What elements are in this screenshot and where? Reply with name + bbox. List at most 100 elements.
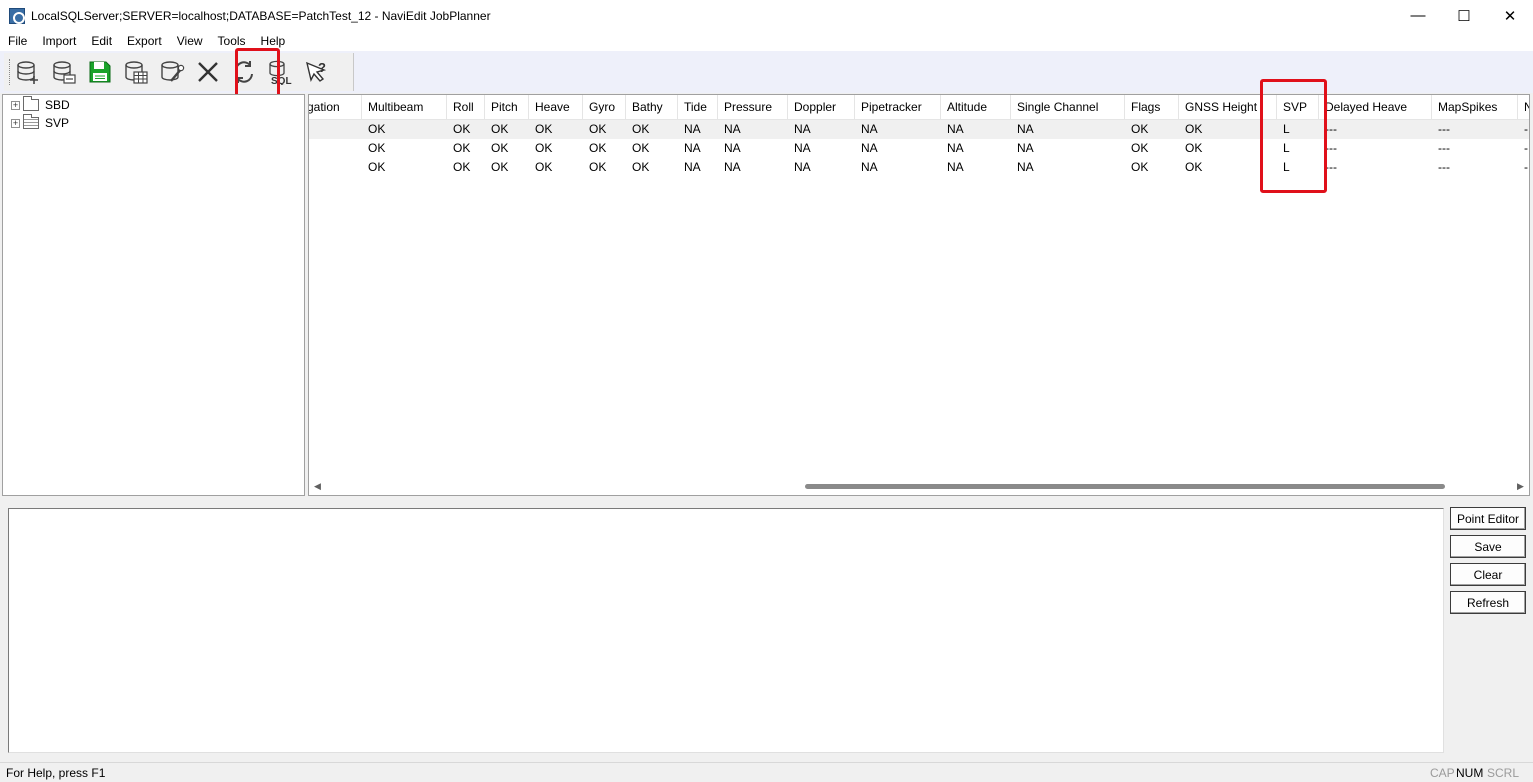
column-header[interactable]: MapSpikes: [1432, 95, 1518, 120]
delete-button[interactable]: [192, 56, 224, 88]
column-header[interactable]: Flags: [1125, 95, 1179, 120]
maximize-button[interactable]: ☐: [1441, 0, 1487, 31]
table-cell: NA: [947, 141, 964, 155]
column-header[interactable]: Pipetracker: [855, 95, 941, 120]
column-header[interactable]: Doppler: [788, 95, 855, 120]
table-cell: NA: [947, 122, 964, 136]
menu-import[interactable]: Import: [34, 31, 83, 51]
output-text-area[interactable]: [8, 508, 1444, 753]
table-cell: ---: [1438, 141, 1450, 155]
minimize-button[interactable]: —: [1395, 0, 1441, 31]
toolbar-grip[interactable]: [9, 59, 11, 85]
tree-node-sbd[interactable]: + SBD: [11, 96, 70, 114]
table-row[interactable]: OK OK OK OK OK OK NA NA NA NA NA NA OK OK L --- --- -: [309, 120, 1529, 139]
table-cell: OK: [632, 160, 650, 174]
context-help-button[interactable]: ?: [300, 56, 332, 88]
close-button[interactable]: ✕: [1487, 0, 1533, 31]
database-tools-icon: [161, 61, 185, 82]
table-cell: -: [1524, 122, 1528, 136]
table-cell: OK: [535, 141, 553, 155]
scroll-right-icon[interactable]: ▶: [1517, 481, 1524, 492]
table-cell: OK: [491, 122, 509, 136]
table-cell: NA: [1017, 141, 1034, 155]
window-title: LocalSQLServer;SERVER=localhost;DATABASE…: [31, 8, 491, 23]
table-cell: -: [1524, 160, 1528, 174]
scroll-left-icon[interactable]: ◀: [314, 481, 321, 492]
database-table-button[interactable]: [120, 56, 152, 88]
table-cell: OK: [491, 160, 509, 174]
database-table-icon: [125, 61, 148, 84]
svg-text:?: ?: [318, 60, 326, 75]
menu-edit[interactable]: Edit: [83, 31, 119, 51]
pane-splitter[interactable]: [0, 497, 1533, 505]
scroll-thumb[interactable]: [805, 484, 1445, 489]
table-cell: ---: [1325, 141, 1337, 155]
table-cell: OK: [589, 141, 607, 155]
app-icon: [9, 7, 25, 24]
table-cell: OK: [1131, 122, 1149, 136]
menu-view[interactable]: View: [169, 31, 210, 51]
num-lock-indicator: NUM: [1456, 766, 1484, 780]
title-bar: LocalSQLServer;SERVER=localhost;DATABASE…: [0, 0, 1533, 31]
table-cell: ---: [1438, 160, 1450, 174]
table-row[interactable]: OK OK OK OK OK OK NA NA NA NA NA NA OK OK L --- --- -: [309, 158, 1529, 177]
maximize-icon: ☐: [1457, 7, 1471, 25]
table-cell: NA: [861, 122, 878, 136]
expand-icon[interactable]: +: [11, 100, 20, 110]
table-cell: [309, 139, 362, 158]
table-cell: NA: [1017, 160, 1034, 174]
tree-node-svp[interactable]: + SVP: [11, 114, 69, 132]
save-button[interactable]: Save: [1450, 535, 1526, 558]
point-editor-button[interactable]: Point Editor: [1450, 507, 1526, 530]
column-header[interactable]: Tide: [678, 95, 718, 120]
status-bar: For Help, press F1 CAP NUM SCRL: [0, 762, 1533, 782]
database-add-icon: [17, 61, 38, 84]
menu-file[interactable]: File: [0, 31, 34, 51]
save-toolbar-button[interactable]: [84, 56, 116, 88]
horizontal-scrollbar[interactable]: ◀ ▶: [309, 478, 1529, 495]
expand-icon[interactable]: +: [11, 118, 20, 128]
column-header[interactable]: Roll: [447, 95, 485, 120]
menu-export[interactable]: Export: [119, 31, 169, 51]
table-cell: OK: [632, 141, 650, 155]
clear-button[interactable]: Clear: [1450, 563, 1526, 586]
minimize-icon: —: [1410, 7, 1426, 24]
caps-lock-indicator: CAP: [1430, 766, 1455, 780]
table-cell: NA: [947, 160, 964, 174]
table-cell: OK: [1131, 160, 1149, 174]
scroll-lock-indicator: SCRL: [1487, 766, 1520, 780]
column-header[interactable]: Delayed Heave: [1319, 95, 1432, 120]
new-database-button[interactable]: [12, 56, 44, 88]
table-cell: OK: [368, 122, 386, 136]
table-cell: OK: [453, 122, 471, 136]
tree-node-label: SBD: [45, 98, 70, 112]
table-cell: NA: [684, 122, 701, 136]
table-cell: NA: [794, 122, 811, 136]
column-header[interactable]: Heave: [529, 95, 583, 120]
table-cell: OK: [491, 141, 509, 155]
table-cell: NA: [794, 160, 811, 174]
table-cell: NA: [724, 160, 741, 174]
table-cell: NA: [684, 141, 701, 155]
connect-database-button[interactable]: [48, 56, 80, 88]
column-header[interactable]: Single Channel: [1011, 95, 1125, 120]
table-row[interactable]: OK OK OK OK OK OK NA NA NA NA NA NA OK OK L --- --- -: [309, 139, 1529, 158]
table-cell: OK: [1131, 141, 1149, 155]
table-cell: OK: [632, 122, 650, 136]
column-header[interactable]: Bathy: [626, 95, 678, 120]
tree-node-label: SVP: [45, 116, 70, 130]
table-cell: OK: [589, 160, 607, 174]
column-header[interactable]: Multibeam: [362, 95, 447, 120]
column-header[interactable]: Pitch: [485, 95, 529, 120]
save-icon: [89, 61, 111, 83]
refresh-button[interactable]: Refresh: [1450, 591, 1526, 614]
database-tools-button[interactable]: [156, 56, 188, 88]
column-header[interactable]: Altitude: [941, 95, 1011, 120]
column-header[interactable]: Gyro: [583, 95, 626, 120]
close-icon: ✕: [1503, 7, 1517, 25]
status-help-text: For Help, press F1: [6, 766, 106, 780]
column-header[interactable]: N: [1518, 95, 1529, 120]
folder-icon: [23, 114, 39, 129]
column-header[interactable]: Pressure: [718, 95, 788, 120]
column-header[interactable]: gation: [309, 95, 362, 120]
